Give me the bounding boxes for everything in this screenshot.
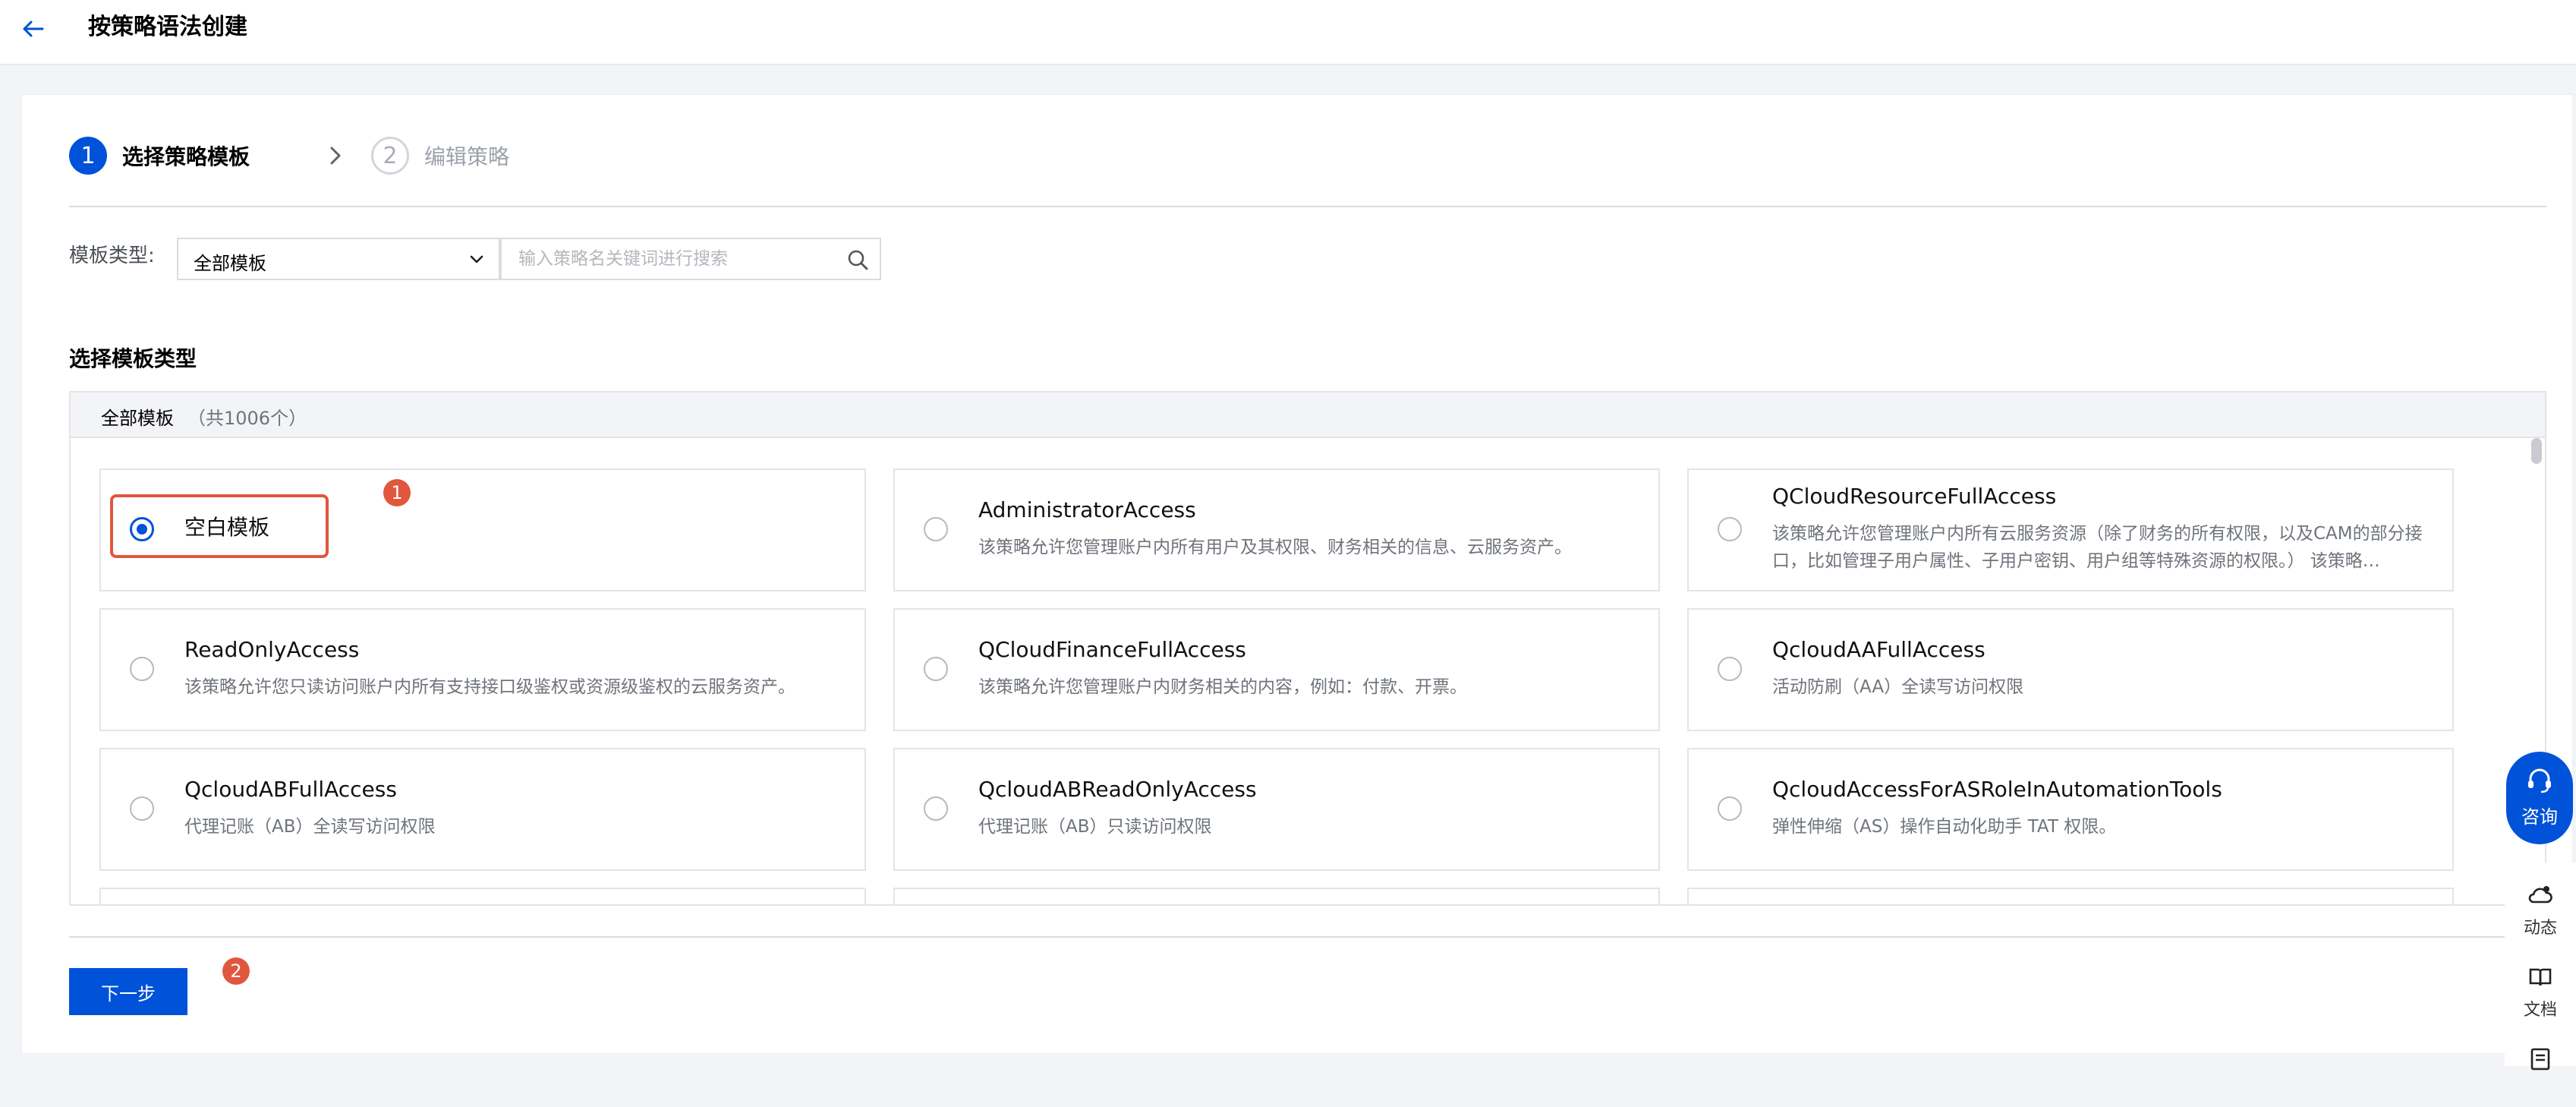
next-step-button[interactable]: 下一步	[69, 968, 187, 1015]
template-description: 该策略允许您管理账户内所有用户及其权限、财务相关的信息、云服务资产。	[978, 538, 1572, 557]
tool-docs[interactable]: 文档	[2505, 949, 2576, 1025]
template-card-partial[interactable]	[1687, 888, 2454, 904]
template-name: ReadOnlyAccess	[184, 637, 360, 662]
tool-docs-label: 文档	[2523, 1001, 2557, 1020]
chevron-right-icon	[330, 147, 341, 165]
template-card[interactable]: QcloudAAFullAccess 活动防刷（AA）全读写访问权限	[1687, 608, 2454, 731]
template-radio[interactable]	[924, 657, 948, 681]
tool-updates-label: 动态	[2523, 919, 2557, 938]
side-toolbar: 动态 文档	[2505, 863, 2576, 1071]
search-icon[interactable]	[846, 248, 869, 271]
template-radio[interactable]	[1718, 796, 1742, 821]
template-name: QCloudFinanceFullAccess	[978, 637, 1246, 662]
tool-form[interactable]	[2505, 1031, 2576, 1107]
template-type-value: 全部模板	[194, 253, 266, 274]
step-2-number: 2	[371, 137, 409, 175]
template-card[interactable]: QcloudAccessForASRoleInAutomationTools 弹…	[1687, 748, 2454, 871]
template-description: 活动防刷（AA）全读写访问权限	[1772, 677, 2024, 697]
template-card-blank[interactable]: 空白模板	[99, 468, 866, 591]
cloud-bell-icon	[2528, 886, 2552, 904]
step-1-label: 选择策略模板	[122, 144, 250, 169]
steps-divider	[69, 206, 2546, 207]
back-arrow-icon[interactable]	[18, 14, 49, 44]
template-card[interactable]: QCloudResourceFullAccess 该策略允许您管理账户内所有云服…	[1687, 468, 2454, 591]
template-list: 全部模板 （共1006个） 空白模板 1 AdministratorAccess…	[69, 391, 2546, 906]
chevron-down-icon	[470, 255, 483, 263]
template-name: QcloudAccessForASRoleInAutomationTools	[1772, 777, 2222, 802]
annotation-marker-2: 2	[222, 957, 250, 985]
form-icon	[2530, 1048, 2550, 1071]
template-type-select[interactable]: 全部模板	[177, 238, 500, 280]
template-name: QCloudResourceFullAccess	[1772, 484, 2057, 509]
step-2: 2 编辑策略	[371, 134, 509, 177]
policy-search-box	[500, 238, 881, 280]
template-card[interactable]: ReadOnlyAccess 该策略允许您只读访问账户内所有支持接口级鉴权或资源…	[99, 608, 866, 731]
policy-search-input[interactable]	[502, 239, 836, 279]
template-radio[interactable]	[1718, 517, 1742, 541]
template-description: 代理记账（AB）只读访问权限	[978, 817, 1212, 837]
annotation-marker-1: 1	[383, 479, 411, 506]
template-card[interactable]: AdministratorAccess 该策略允许您管理账户内所有用户及其权限、…	[893, 468, 1660, 591]
consult-label: 咨询	[2521, 806, 2558, 828]
list-header: 全部模板 （共1006个）	[71, 393, 2545, 438]
template-name: AdministratorAccess	[978, 497, 1196, 522]
template-card-partial[interactable]	[99, 888, 866, 904]
template-card[interactable]: QcloudABFullAccess 代理记账（AB）全读写访问权限	[99, 748, 866, 871]
template-radio[interactable]	[1718, 657, 1742, 681]
list-header-title: 全部模板	[101, 408, 174, 429]
book-icon	[2529, 968, 2552, 986]
template-radio[interactable]	[924, 796, 948, 821]
template-name: QcloudAAFullAccess	[1772, 637, 1986, 662]
template-radio[interactable]	[130, 796, 154, 821]
step-2-label: 编辑策略	[424, 144, 510, 169]
template-description: 代理记账（AB）全读写访问权限	[184, 817, 436, 837]
main-card: 1 选择策略模板 2 编辑策略 模板类型: 全部模板 选择模板类型 全部模板 （…	[21, 94, 2573, 1054]
consult-button[interactable]: 咨询	[2506, 752, 2573, 844]
template-radio[interactable]	[130, 657, 154, 681]
template-name: 空白模板	[184, 515, 270, 540]
template-radio[interactable]	[924, 517, 948, 541]
step-1-number: 1	[69, 137, 107, 175]
template-card-partial[interactable]	[893, 888, 1660, 904]
template-type-label: 模板类型:	[69, 244, 155, 267]
page-title: 按策略语法创建	[88, 14, 247, 40]
template-name: QcloudABFullAccess	[184, 777, 397, 802]
headset-icon	[2528, 768, 2551, 793]
tool-updates[interactable]: 动态	[2505, 867, 2576, 943]
template-description: 该策略允许您管理账户内财务相关的内容，例如：付款、开票。	[978, 677, 1467, 697]
template-card[interactable]: QCloudFinanceFullAccess 该策略允许您管理账户内财务相关的…	[893, 608, 1660, 731]
step-1: 1 选择策略模板	[69, 134, 250, 177]
list-scrollbar[interactable]	[2531, 438, 2542, 464]
list-header-count: （共1006个）	[187, 408, 307, 429]
footer-divider	[69, 936, 2546, 938]
top-header: 按策略语法创建	[0, 0, 2576, 65]
template-card[interactable]: QcloudABReadOnlyAccess 代理记账（AB）只读访问权限	[893, 748, 1660, 871]
template-name: QcloudABReadOnlyAccess	[978, 777, 1257, 802]
template-description: 该策略允许您管理账户内所有云服务资源（除了财务的所有权限，以及CAM的部分接口，…	[1772, 524, 2423, 571]
section-title: 选择模板类型	[69, 346, 197, 371]
template-radio[interactable]	[130, 517, 154, 541]
template-description: 弹性伸缩（AS）操作自动化助手 TAT 权限。	[1772, 817, 2117, 837]
template-description: 该策略允许您只读访问账户内所有支持接口级鉴权或资源级鉴权的云服务资产。	[184, 677, 795, 697]
